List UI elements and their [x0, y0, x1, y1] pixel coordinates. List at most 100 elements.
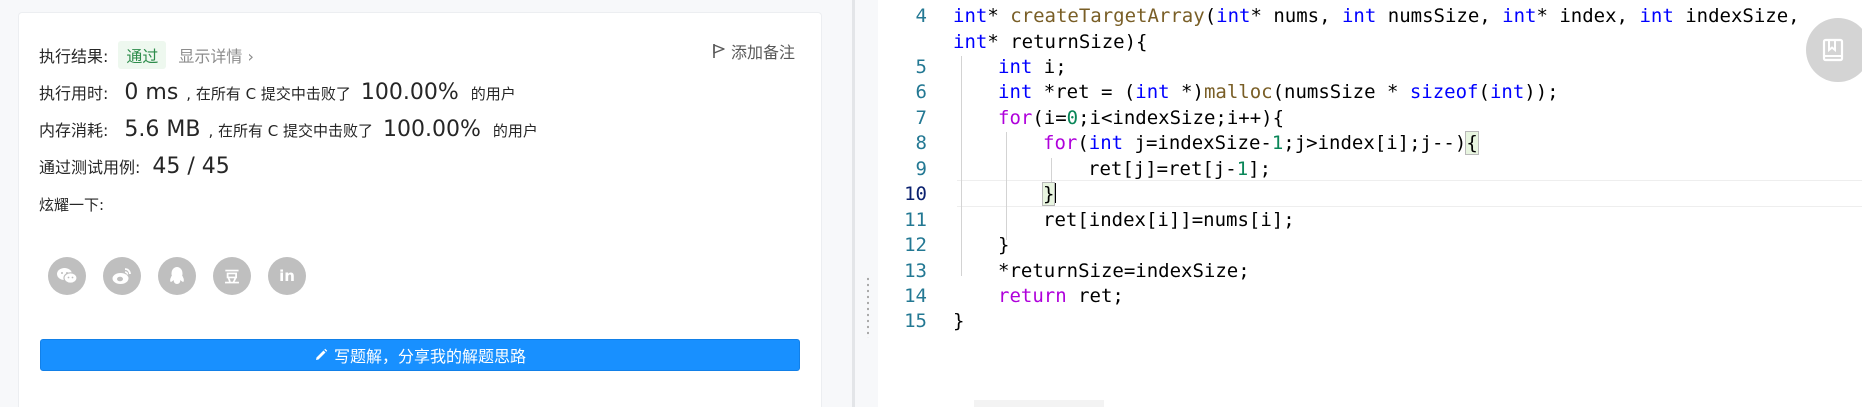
- code-line-14: return ret;: [998, 285, 1124, 307]
- code-token: (: [1478, 81, 1490, 103]
- code-token: malloc: [1203, 81, 1273, 103]
- result-card: 执行结果: 通过 显示详情 › 添加备注 执行用时: 0 ms , 在所有 C …: [18, 12, 822, 407]
- code-token: ret;: [1066, 285, 1124, 307]
- code-token: 1: [1271, 132, 1284, 154]
- status-badge: 通过: [118, 41, 167, 69]
- code-token: int: [998, 56, 1033, 78]
- code-token: (: [1077, 132, 1089, 154]
- code-token: ];: [1248, 158, 1272, 180]
- code-line-6: int *ret = (int *)malloc(numsSize * size…: [998, 81, 1559, 103]
- code-token: }: [998, 234, 1010, 256]
- weibo-glyph: [112, 268, 131, 284]
- code-token: ;i<indexSize;i++){: [1078, 107, 1285, 129]
- code-token: int: [1088, 132, 1124, 154]
- code-token: 1: [1236, 158, 1249, 180]
- line-number-gutter: 4 5 6 7 8 9 10 11 12 13 14 15: [878, 0, 937, 407]
- runtime-beat-text: , 在所有 C 提交中击败了: [186, 85, 351, 103]
- code-token: int: [998, 81, 1033, 103]
- memory-beat-text: , 在所有 C 提交中击败了: [208, 122, 374, 140]
- code-line-11: ret[index[i]]=nums[i];: [1043, 209, 1295, 231]
- line-number: 13: [904, 260, 927, 282]
- testcases-row: 通过测试用例: 45 / 45: [39, 154, 230, 179]
- code-line-9: ret[j]=ret[j-1];: [1088, 158, 1271, 180]
- line-number: 15: [904, 310, 927, 332]
- code-token: int: [1341, 5, 1377, 27]
- write-solution-label: 写题解，分享我的解题思路: [333, 347, 526, 366]
- code-line-12: }: [998, 234, 1009, 256]
- code-token: int: [1489, 81, 1525, 103]
- bookmark-icon: [1822, 38, 1844, 62]
- indent-guide: [1051, 158, 1052, 182]
- code-token: return: [998, 285, 1067, 307]
- code-token: }: [953, 310, 965, 332]
- code-token: (i=: [1032, 107, 1067, 129]
- code-token: (numsSize *: [1272, 81, 1410, 103]
- indent-guide: [1006, 132, 1007, 240]
- code-token: i;: [1032, 56, 1067, 78]
- code-token: for: [998, 107, 1033, 129]
- line-number-active: 10: [904, 183, 927, 205]
- code-line-7: for(i=0;i<indexSize;i++){: [998, 107, 1284, 129]
- linkedin-icon[interactable]: in: [268, 257, 306, 295]
- code-line-4: int* createTargetArray(int* nums, int nu…: [953, 5, 1800, 27]
- code-token: ret[j]=ret[j-: [1088, 158, 1237, 180]
- indent-guide: [961, 56, 962, 276]
- code-token: sizeof: [1409, 81, 1479, 103]
- code-token: ret[index[i]]=nums[i];: [1043, 209, 1295, 231]
- code-line-8: for(int j=indexSize-1;j>index[i];j--){: [1043, 131, 1479, 155]
- line-number: 9: [915, 158, 927, 180]
- code-lines[interactable]: int* createTargetArray(int* nums, int nu…: [953, 0, 1862, 407]
- flag-icon: [713, 44, 725, 58]
- runtime-row: 执行用时: 0 ms , 在所有 C 提交中击败了 100.00% 的用户: [39, 80, 516, 105]
- bracket-match: {: [1465, 131, 1479, 155]
- code-line-5: int i;: [998, 56, 1067, 78]
- code-line-15: }: [953, 310, 964, 332]
- code-editor[interactable]: 4 5 6 7 8 9 10 11 12 13 14 15 int * creat…: [878, 0, 1862, 407]
- result-panel: 执行结果: 通过 显示详情 › 添加备注 执行用时: 0 ms , 在所有 C …: [0, 0, 852, 407]
- weibo-icon[interactable]: [103, 257, 141, 295]
- memory-value: 5.6 MB: [124, 117, 201, 142]
- splitter-grip-icon[interactable]: [867, 276, 869, 338]
- qq-glyph: [170, 267, 184, 284]
- add-note-button[interactable]: 添加备注: [712, 39, 795, 63]
- show-details-link[interactable]: 显示详情 ›: [178, 43, 254, 67]
- testcases-value: 45 / 45: [152, 154, 230, 179]
- panel-splitter[interactable]: [852, 0, 878, 407]
- douban-icon[interactable]: 豆: [213, 257, 251, 295]
- status-label: 执行结果:: [39, 47, 109, 66]
- code-line-10: }: [1041, 182, 1057, 206]
- write-solution-button[interactable]: 写题解，分享我的解题思路: [40, 339, 800, 371]
- memory-users-text: 的用户: [492, 122, 538, 140]
- memory-percent: 100.00%: [383, 117, 481, 142]
- line-number: 12: [904, 234, 927, 256]
- line-number: 4: [915, 5, 927, 27]
- wechat-icon[interactable]: [48, 257, 86, 295]
- code-token: int: [1216, 5, 1251, 27]
- code-token: int: [1502, 5, 1537, 27]
- code-line-4-wrapped: int* returnSize){: [953, 31, 1147, 53]
- code-token: *ret = (: [1032, 81, 1136, 103]
- add-note-label: 添加备注: [730, 43, 795, 62]
- code-line-13: *returnSize=indexSize;: [998, 260, 1250, 282]
- bracket-match: }: [1041, 182, 1056, 206]
- runtime-percent: 100.00%: [360, 80, 459, 105]
- runtime-users-text: 的用户: [470, 85, 516, 103]
- editor-bottom-tab[interactable]: [974, 400, 1104, 407]
- qq-icon[interactable]: [158, 257, 196, 295]
- line-number: 7: [915, 107, 927, 129]
- code-token: createTargetArray: [1010, 5, 1205, 27]
- line-number: 6: [915, 81, 927, 103]
- code-token: ));: [1524, 81, 1559, 103]
- share-label: 炫耀一下:: [39, 196, 105, 214]
- code-token: *: [987, 5, 1011, 27]
- line-number: 5: [915, 56, 927, 78]
- code-token: * nums,: [1250, 5, 1342, 27]
- line-number: 11: [904, 209, 927, 231]
- line-number: 8: [915, 132, 927, 154]
- code-token: ;j>index[i];j--): [1283, 132, 1467, 154]
- runtime-value: 0 ms: [124, 80, 179, 105]
- code-token: * returnSize){: [987, 31, 1148, 53]
- share-icons: 豆 in: [48, 257, 323, 295]
- floating-bookmark-button[interactable]: [1806, 18, 1862, 82]
- code-token: int: [1639, 5, 1674, 27]
